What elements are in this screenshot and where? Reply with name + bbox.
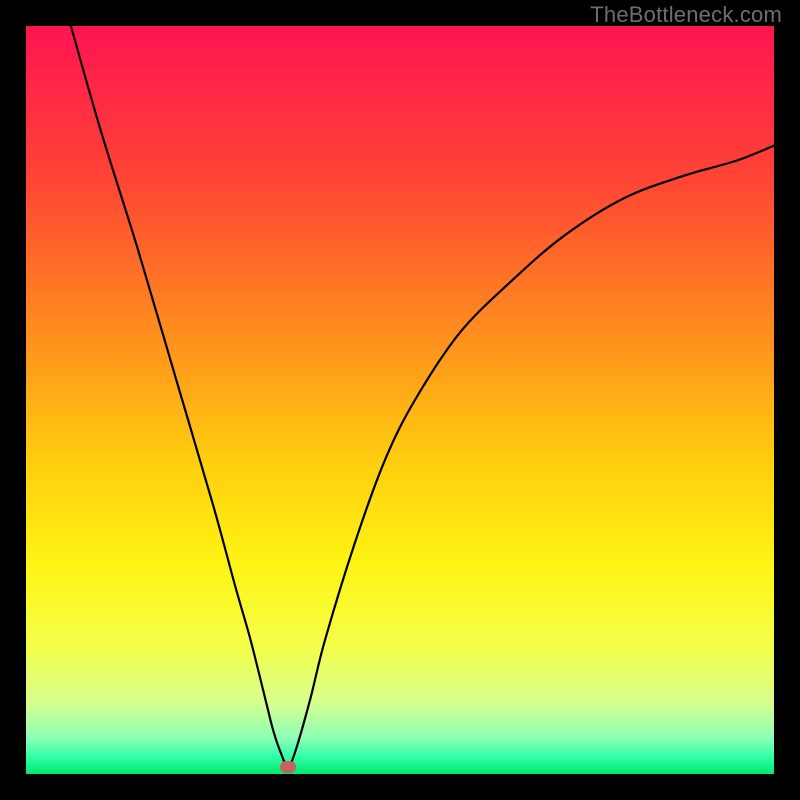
optimal-point-marker bbox=[280, 761, 296, 773]
bottleneck-curve bbox=[26, 26, 774, 774]
plot-area bbox=[26, 26, 774, 774]
watermark-text: TheBottleneck.com bbox=[590, 2, 782, 28]
